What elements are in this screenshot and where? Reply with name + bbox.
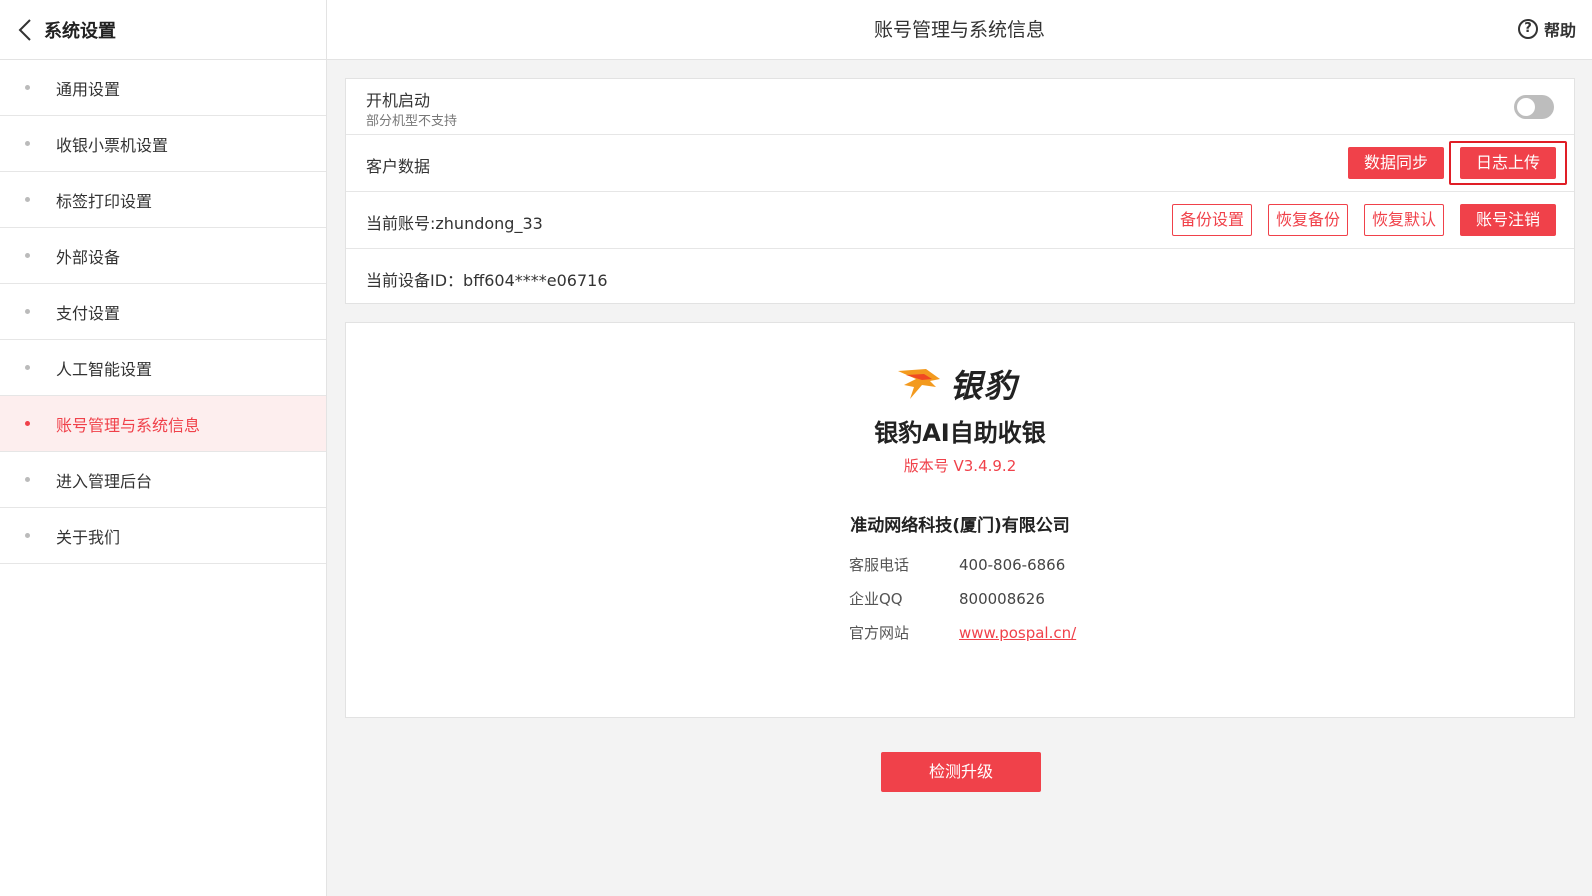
brand-logo: 银豹 — [896, 361, 1018, 407]
page-title: 账号管理与系统信息 — [873, 19, 1045, 41]
help-button[interactable]: ? 帮助 — [1517, 17, 1576, 41]
help-label: 帮助 — [1543, 21, 1576, 40]
qq-label: 企业QQ — [849, 590, 903, 608]
website-info: 官方网站 www.pospal.cn/ — [849, 622, 1076, 643]
help-icon: ? — [1517, 19, 1538, 39]
bullet-dot — [25, 477, 30, 482]
settings-title: 系统设置 — [44, 21, 116, 42]
device-id-row: 当前设备ID：bff604****e06716 — [346, 249, 1574, 305]
sidebar-item-ai[interactable]: 人工智能设置 — [0, 340, 326, 396]
sidebar-item-label: 人工智能设置 — [56, 359, 153, 379]
current-account-label: 当前账号:zhundong_33 — [366, 214, 543, 233]
sidebar-item-external-devices[interactable]: 外部设备 — [0, 228, 326, 284]
phone-info: 客服电话 400-806-6866 — [849, 554, 1065, 575]
qq-value: 800008626 — [959, 590, 1045, 608]
bullet-dot — [25, 253, 30, 258]
sidebar-item-label: 支付设置 — [56, 303, 121, 323]
autostart-row: 开机启动 部分机型不支持 — [346, 79, 1574, 135]
phone-label: 客服电话 — [849, 556, 910, 574]
device-id-label: 当前设备ID：bff604****e06716 — [366, 271, 608, 290]
bullet-dot — [25, 85, 30, 90]
sidebar-item-label: 进入管理后台 — [56, 471, 153, 491]
customer-data-row: 客户数据 数据同步 日志上传 — [346, 135, 1574, 192]
bullet-dot — [25, 365, 30, 370]
sidebar-item-label: 账号管理与系统信息 — [56, 415, 201, 435]
sidebar-item-label: 收银小票机设置 — [56, 135, 169, 155]
sidebar-item-general[interactable]: 通用设置 — [0, 60, 326, 116]
top-bar: 系统设置 账号管理与系统信息 ? 帮助 — [0, 0, 1592, 60]
customer-data-label: 客户数据 — [366, 157, 431, 176]
account-row: 当前账号:zhundong_33 备份设置 恢复备份 恢复默认 账号注销 — [346, 192, 1574, 249]
sidebar-item-label: 标签打印设置 — [56, 191, 153, 211]
phone-value: 400-806-6866 — [959, 556, 1066, 574]
sidebar-item-label-printer[interactable]: 标签打印设置 — [0, 172, 326, 228]
bullet-dot — [25, 533, 30, 538]
website-link[interactable]: www.pospal.cn/ — [959, 624, 1076, 642]
sidebar-item-payment[interactable]: 支付设置 — [0, 284, 326, 340]
logo-brand-text: 银豹 — [950, 367, 1019, 405]
version-text: 版本号 V3.4.9.2 — [903, 457, 1017, 475]
restore-backup-button[interactable]: 恢复备份 — [1268, 204, 1348, 236]
app-name: 银豹AI自助收银 — [874, 419, 1046, 447]
sidebar-item-label: 关于我们 — [56, 527, 121, 547]
sidebar-item-receipt-printer[interactable]: 收银小票机设置 — [0, 116, 326, 172]
qq-info: 企业QQ 800008626 — [849, 588, 1045, 609]
website-label: 官方网站 — [849, 624, 910, 642]
sidebar-item-about-us[interactable]: 关于我们 — [0, 508, 326, 564]
about-card: 银豹 银豹AI自助收银 版本号 V3.4.9.2 准动网络科技(厦门)有限公司 … — [345, 322, 1575, 718]
restore-default-button[interactable]: 恢复默认 — [1364, 204, 1444, 236]
sidebar-item-admin-backend[interactable]: 进入管理后台 — [0, 452, 326, 508]
log-upload-button[interactable]: 日志上传 — [1460, 147, 1556, 179]
toggle-knob — [1517, 98, 1535, 116]
bullet-dot — [25, 141, 30, 146]
leopard-logo-icon — [898, 369, 940, 399]
backup-settings-button[interactable]: 备份设置 — [1172, 204, 1252, 236]
sidebar-item-label: 通用设置 — [56, 79, 121, 99]
autostart-label: 开机启动 — [366, 91, 431, 110]
sidebar-item-label: 外部设备 — [56, 247, 121, 267]
company-name: 准动网络科技(厦门)有限公司 — [850, 516, 1070, 536]
settings-header: 系统设置 — [0, 0, 327, 60]
account-logout-button[interactable]: 账号注销 — [1460, 204, 1556, 236]
bullet-dot — [25, 309, 30, 314]
check-upgrade-button[interactable]: 检测升级 — [881, 752, 1041, 792]
sidebar: 通用设置 收银小票机设置 标签打印设置 外部设备 支付设置 人工智能设置 账号管… — [0, 60, 327, 896]
back-arrow-icon[interactable] — [10, 15, 40, 45]
autostart-toggle[interactable] — [1514, 95, 1554, 119]
data-sync-button[interactable]: 数据同步 — [1348, 147, 1444, 179]
autostart-note: 部分机型不支持 — [366, 114, 458, 129]
bullet-dot — [25, 421, 30, 426]
bullet-dot — [25, 197, 30, 202]
account-settings-card: 开机启动 部分机型不支持 客户数据 数据同步 日志上传 当前账号:zhundon… — [345, 78, 1575, 304]
sidebar-item-account[interactable]: 账号管理与系统信息 — [0, 396, 326, 452]
